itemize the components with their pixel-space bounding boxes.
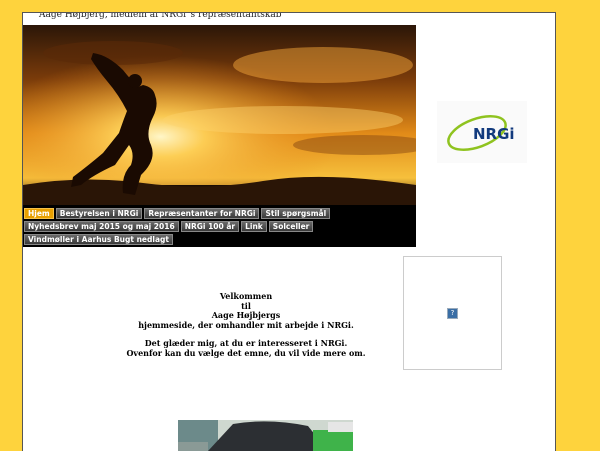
missing-plugin-icon: ? xyxy=(447,308,458,319)
nav-item-vindmoeller[interactable]: Vindmøller i Aarhus Bugt nedlagt xyxy=(24,234,173,245)
nav-row-2: Nyhedsbrev maj 2015 og maj 2016 NRGi 100… xyxy=(23,221,314,232)
embedded-content-frame: ? xyxy=(403,256,502,370)
nav-item-nyhedsbrev[interactable]: Nyhedsbrev maj 2015 og maj 2016 xyxy=(24,221,179,232)
hero-banner-image xyxy=(23,25,416,205)
page-container: Aage Højbjerg, medlem af NRGi´s repræsen… xyxy=(22,12,556,451)
nav-item-repraesentanter[interactable]: Repræsentanter for NRGi xyxy=(144,208,260,219)
welcome-line-4: hjemmeside, der omhandler mit arbejde i … xyxy=(138,319,354,330)
main-navigation: Hjem Bestyrelsen i NRGi Repræsentanter f… xyxy=(23,205,416,247)
nrgi-logo: NRGi xyxy=(437,101,527,163)
welcome-line-6: Ovenfor kan du vælge det emne, du vil vi… xyxy=(126,347,366,358)
welcome-text: Velkommen til Aage Højbjergs hjemmeside,… xyxy=(83,291,409,358)
nav-item-solceller[interactable]: Solceller xyxy=(268,221,314,232)
nav-row-3: Vindmøller i Aarhus Bugt nedlagt xyxy=(23,234,173,245)
nav-item-stil-spoergsmaal[interactable]: Stil spørgsmål xyxy=(261,208,331,219)
nrgi-logo-text: NRGi xyxy=(473,125,515,143)
nav-item-link[interactable]: Link xyxy=(241,221,267,232)
nav-row-1: Hjem Bestyrelsen i NRGi Repræsentanter f… xyxy=(23,208,331,219)
nav-item-bestyrelsen[interactable]: Bestyrelsen i NRGi xyxy=(55,208,143,219)
nav-item-nrgi-100-aar[interactable]: NRGi 100 år xyxy=(180,221,240,232)
bottom-photo xyxy=(178,420,353,451)
nav-item-hjem[interactable]: Hjem xyxy=(24,208,54,219)
site-title: Aage Højbjerg, medlem af NRGi´s repræsen… xyxy=(39,12,282,20)
